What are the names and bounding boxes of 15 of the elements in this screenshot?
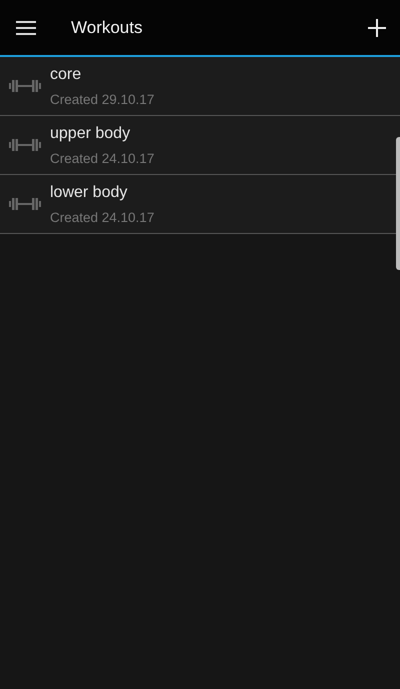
created-date: Created 24.10.17 [50, 150, 154, 166]
workout-row[interactable]: core Created 29.10.17 [0, 57, 400, 116]
dumbbell-icon [9, 137, 41, 153]
workout-name: upper body [50, 124, 132, 142]
created-date: Created 29.10.17 [50, 92, 154, 106]
created-date: Created 24.10.17 [50, 210, 154, 224]
plus-icon [368, 18, 386, 36]
menu-icon [16, 20, 36, 36]
add-button[interactable] [366, 16, 388, 38]
dumbbell-icon [9, 196, 41, 212]
screen-title: Workouts [71, 18, 144, 38]
workout-name: core [50, 66, 82, 84]
workout-row[interactable]: upper body Created 24.10.17 [0, 116, 400, 175]
workout-name: lower body [50, 184, 128, 202]
dumbbell-icon [9, 78, 41, 94]
